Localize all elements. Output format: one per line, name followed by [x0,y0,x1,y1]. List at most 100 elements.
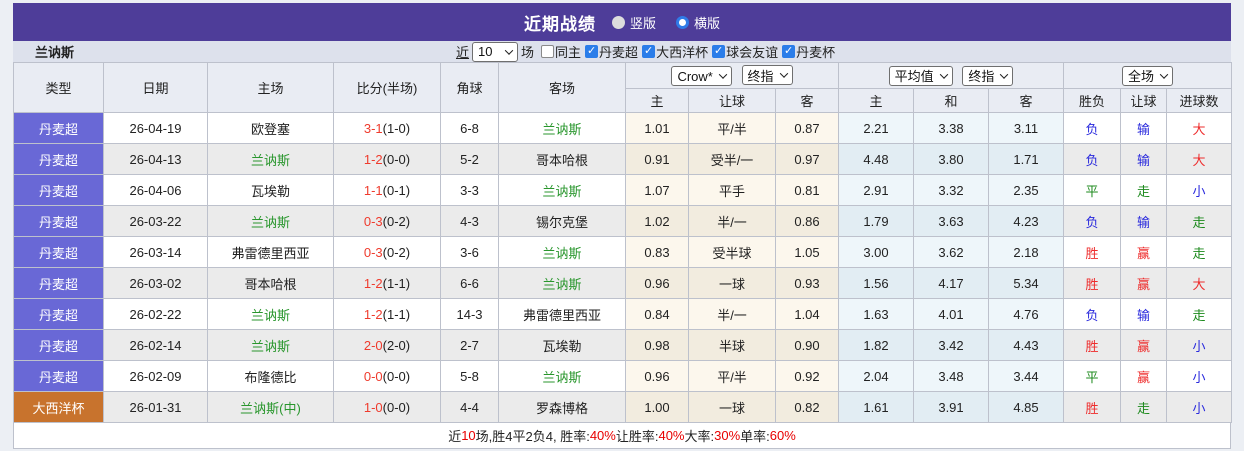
half-time-score: (2-0) [382,337,411,353]
date-cell: 26-03-02 [103,267,208,299]
sub-header-handicap: 让球 [688,88,776,113]
avg-home-cell: 2.04 [838,360,914,392]
full-time-score: 1-0 [363,399,383,415]
result-handicap-cell: 赢 [1120,360,1167,392]
score-cell: 1-2(1-1) [333,298,441,330]
league-cell: 丹麦超 [13,298,104,330]
odds-away-cell: 0.97 [775,143,839,175]
match-count-select[interactable]: 10 [472,41,519,62]
avg-draw-cell: 4.17 [913,267,989,299]
col-header-type: 类型 [13,62,104,113]
radio-vertical-layout[interactable]: 竖版 [611,13,656,32]
scope-select[interactable]: 全场 [1121,65,1173,86]
handicap-cell: 半/一 [688,298,776,330]
handicap-cell: 受半球 [688,236,776,268]
date-cell: 26-02-22 [103,298,208,330]
avg-source-value: 平均值 [894,69,934,84]
corner-cell: 5-8 [440,360,499,392]
league-filter-checkbox[interactable]: ✓ 丹麦杯 [782,42,835,61]
table-row: 丹麦超 26-02-14 兰讷斯 2-0(2-0) 2-7 瓦埃勒 0.98 半球 0.90 1.… [13,329,1232,361]
result-handicap-cell: 走 [1120,174,1167,206]
result-handicap-cell: 赢 [1120,329,1167,361]
half-time-score: (0-0) [382,368,411,384]
odds-away-cell: 0.92 [775,360,839,392]
sub-header-avg-draw: 和 [913,88,989,113]
half-time-score: (0-2) [382,244,411,260]
page-container: 近期战绩 竖版 横版 兰讷斯 近 10 场 同主 ✓ 丹麦超 ✓ 大西洋杯 ✓ 球会友谊 ✓ 丹… [13,0,1232,449]
avg-away-cell: 1.71 [988,143,1064,175]
result-outcome-cell: 平 [1063,360,1121,392]
avg-draw-cell: 3.32 [913,174,989,206]
result-goals-cell: 小 [1166,360,1232,392]
league-cell: 丹麦超 [13,143,104,175]
league-filter-checkbox[interactable]: ✓ 球会友谊 [712,42,778,61]
handicap-cell: 一球 [688,391,776,423]
full-time-score: 2-0 [363,337,383,353]
odds-source-select[interactable]: Crow* [671,66,732,86]
result-outcome-cell: 负 [1063,298,1121,330]
table-row: 丹麦超 26-04-13 兰讷斯 1-2(0-0) 5-2 哥本哈根 0.91 受半/一 0.9… [13,143,1232,175]
avg-away-cell: 5.34 [988,267,1064,299]
odds-group-header: Crow* 终指 [625,62,839,89]
filter-bar: 兰讷斯 近 10 场 同主 ✓ 丹麦超 ✓ 大西洋杯 ✓ 球会友谊 ✓ 丹麦杯 [13,41,1231,62]
result-outcome-cell: 负 [1063,205,1121,237]
filter-controls: 近 10 场 同主 ✓ 丹麦超 ✓ 大西洋杯 ✓ 球会友谊 ✓ 丹麦杯 [456,41,835,62]
radio-horizontal-layout[interactable]: 横版 [676,13,720,32]
league-filter-checkbox[interactable]: ✓ 大西洋杯 [642,42,708,61]
half-time-score: (0-1) [382,182,411,198]
handicap-cell: 平手 [688,174,776,206]
match-count-value: 10 [478,44,493,59]
summary-segment: 60% [769,428,796,443]
checkbox-checked-icon: ✓ [782,45,796,58]
handicap-cell: 半球 [688,329,776,361]
score-cell: 3-1(1-0) [333,112,441,144]
avg-away-cell: 2.18 [988,236,1064,268]
league-filter-label: 丹麦超 [599,45,639,60]
header-selects-row: 类型 日期 主场 比分(半场) 角球 客场 Crow* 终指 平均值 终指 全场 [13,62,1232,113]
chevron-down-icon [718,70,728,79]
odds-stage-select[interactable]: 终指 [741,65,793,85]
corner-cell: 6-8 [440,112,499,144]
odds-home-cell: 1.02 [625,205,689,237]
table-row: 丹麦超 26-03-22 兰讷斯 0-3(0-2) 4-3 锡尔克堡 1.02 半/一 0.86… [13,205,1232,237]
result-goals-cell: 大 [1166,112,1232,144]
score-cell: 1-2(1-1) [333,267,441,299]
avg-away-cell: 4.43 [988,329,1064,361]
odds-home-cell: 0.84 [625,298,689,330]
half-time-score: (0-0) [382,399,411,415]
avg-away-cell: 4.23 [988,205,1064,237]
score-cell: 1-0(0-0) [333,391,441,423]
away-team-cell: 锡尔克堡 [498,205,626,237]
corner-cell: 2-7 [440,329,499,361]
avg-draw-cell: 3.38 [913,112,989,144]
odds-away-cell: 0.93 [775,267,839,299]
date-cell: 26-02-09 [103,360,208,392]
avg-home-cell: 2.21 [838,112,914,144]
avg-source-select[interactable]: 平均值 [888,65,953,86]
average-group-header: 平均值 终指 [838,62,1064,89]
avg-home-cell: 1.61 [838,391,914,423]
near-matches-link[interactable]: 近 [456,42,469,61]
chevron-down-icon [939,69,948,79]
away-team-cell: 瓦埃勒 [498,329,626,361]
avg-draw-cell: 3.91 [913,391,989,423]
date-cell: 26-04-13 [103,143,208,175]
odds-home-cell: 0.83 [625,236,689,268]
sub-header-odds-home: 主 [625,88,689,113]
full-time-score: 0-3 [363,213,383,229]
full-time-score: 3-1 [363,120,383,136]
summary-segment: 30% [714,428,741,443]
league-filter-checkbox[interactable]: ✓ 丹麦超 [585,42,638,61]
col-header-score: 比分(半场) [333,62,441,113]
summary-stats: 近 10 场,胜4平2负4, 胜率: 40% 让胜率: 40% 大率: 30% 单率: 60… [13,423,1231,449]
odds-away-cell: 1.04 [775,298,839,330]
league-filter-checkbox[interactable]: 同主 [541,42,581,61]
corner-cell: 6-6 [440,267,499,299]
avg-away-cell: 3.44 [988,360,1064,392]
result-handicap-cell: 输 [1120,205,1167,237]
layout-radio-group: 竖版 横版 [611,13,720,32]
date-cell: 26-02-14 [103,329,208,361]
avg-stage-select[interactable]: 终指 [962,65,1014,86]
odds-stage-value: 终指 [747,68,774,84]
odds-home-cell: 0.91 [625,143,689,175]
